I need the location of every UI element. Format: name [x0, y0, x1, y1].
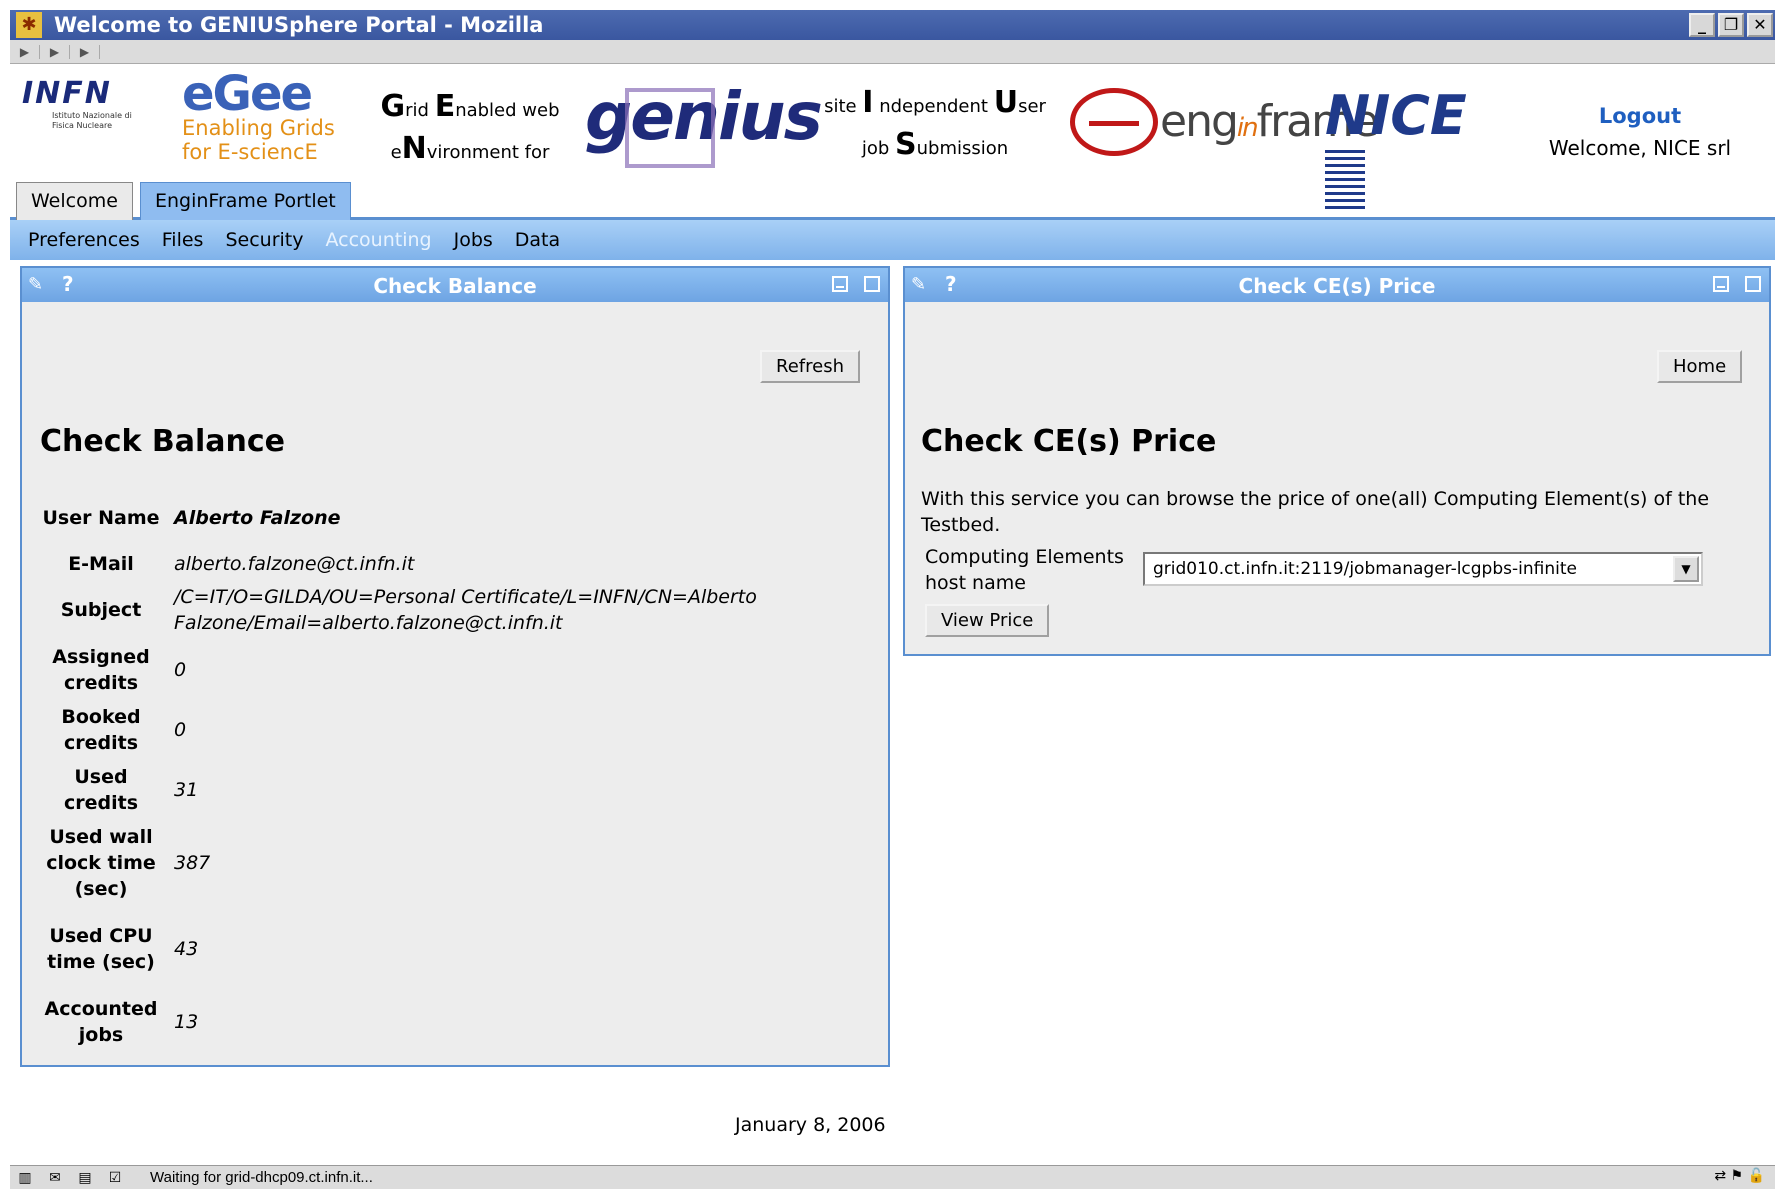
close-window-button[interactable]: ✕: [1747, 13, 1773, 37]
connection-status-icon: ⇄ ⚑ 🔓: [1714, 1168, 1765, 1184]
maximize-portlet-icon[interactable]: [1745, 276, 1761, 292]
infn-logo: INFN Istituto Nazionale di Fisica Nuclea…: [22, 76, 132, 130]
table-row: Assigned credits 0: [52, 646, 187, 694]
mail-icon[interactable]: ✉: [40, 1170, 70, 1186]
browser-statusbar: ▥ ✉ ▤ ☑ Waiting for grid-dhcp09.ct.infn.…: [10, 1165, 1775, 1189]
subnav-files[interactable]: Files: [162, 229, 204, 251]
minimize-portlet-icon[interactable]: [1713, 276, 1729, 292]
ce-host-label: Computing Elements host name: [925, 546, 1124, 594]
balance-table: User Name Alberto Falzone E-Mail alberto…: [36, 488, 846, 1052]
navigator-icon[interactable]: ▥: [10, 1170, 40, 1186]
tab-welcome[interactable]: Welcome: [16, 182, 133, 220]
window-controls: _ ❐ ✕: [1689, 13, 1773, 37]
site-independent-tagline: site I ndependent User job Submission: [824, 85, 1046, 162]
ce-host-select[interactable]: grid010.ct.infn.it:2119/jobmanager-lcgpb…: [1143, 552, 1703, 586]
portal-tabs: Welcome EnginFrame Portlet: [10, 178, 1775, 220]
genius-logo: genius: [585, 84, 823, 168]
check-ce-price-portlet: ✎ ? Check CE(s) Price Home Check CE(s) P…: [903, 266, 1771, 656]
view-price-button[interactable]: View Price: [925, 604, 1050, 637]
footer-date: January 8, 2006: [735, 1114, 886, 1136]
logout-link[interactable]: Logout: [1530, 104, 1750, 128]
composer-icon[interactable]: ▤: [70, 1170, 100, 1186]
subnav-data[interactable]: Data: [515, 229, 560, 251]
table-row: Used wall clock time (sec) 387: [46, 826, 211, 900]
page-title: Check CE(s) Price: [921, 424, 1217, 459]
check-balance-portlet: ✎ ? Check Balance Refresh Check Balance …: [20, 266, 890, 1067]
table-row: Used credits 31: [63, 766, 199, 814]
portlet-title: Check CE(s) Price: [1238, 274, 1436, 298]
egee-logo: eGee Enabling Grids for E-sciencE: [182, 66, 335, 164]
chevron-down-icon[interactable]: ▼: [1673, 556, 1699, 582]
service-description: With this service you can browse the pri…: [921, 488, 1710, 536]
toolbar-grip-icon[interactable]: ▶: [70, 44, 100, 59]
sub-navigation: Preferences Files Security Accounting Jo…: [10, 220, 1775, 260]
subnav-jobs[interactable]: Jobs: [454, 229, 493, 251]
table-row: Used CPU time (sec) 43: [47, 925, 199, 973]
home-button[interactable]: Home: [1657, 350, 1743, 383]
page-title: Check Balance: [40, 424, 286, 459]
window-title: Welcome to GENIUSphere Portal - Mozilla: [54, 13, 544, 37]
status-text: Waiting for grid-dhcp09.ct.infn.it...: [150, 1169, 373, 1186]
toolbar-grip-icon[interactable]: ▶: [10, 44, 40, 59]
portal-header: INFN Istituto Nazionale di Fisica Nuclea…: [10, 64, 1775, 210]
minimize-portlet-icon[interactable]: [832, 276, 848, 292]
table-row: Booked credits 0: [61, 706, 187, 754]
enginframe-logo: enginframe: [1060, 80, 1379, 160]
grid-enabled-tagline: Grid Enabled web eNvironment for: [380, 89, 560, 166]
tab-enginframe-portlet[interactable]: EnginFrame Portlet: [140, 182, 351, 220]
subnav-security[interactable]: Security: [225, 229, 303, 251]
toolbar-grip-icon[interactable]: ▶: [40, 44, 70, 59]
window-titlebar: ✱ Welcome to GENIUSphere Portal - Mozill…: [10, 10, 1775, 40]
portlet-header: ✎ ? Check Balance: [22, 268, 888, 302]
table-row: E-Mail alberto.falzone@ct.infn.it: [68, 553, 415, 575]
table-row: User Name Alberto Falzone: [42, 507, 341, 529]
subnav-preferences[interactable]: Preferences: [28, 229, 140, 251]
welcome-text: Welcome, NICE srl: [1548, 136, 1732, 160]
table-row: Subject /C=IT/O=GILDA/OU=Personal Certif…: [60, 586, 757, 634]
addressbook-icon[interactable]: ☑: [100, 1170, 130, 1186]
restore-window-button[interactable]: ❐: [1718, 13, 1744, 37]
table-row: Accounted jobs 13: [44, 998, 199, 1046]
mozilla-app-icon: ✱: [16, 12, 42, 38]
minimize-window-button[interactable]: _: [1689, 13, 1715, 37]
user-area: Logout Welcome, NICE srl: [1530, 104, 1750, 160]
maximize-portlet-icon[interactable]: [864, 276, 880, 292]
subnav-accounting[interactable]: Accounting: [325, 229, 431, 251]
portlet-title: Check Balance: [373, 274, 537, 298]
collapsed-toolbars: ▶ ▶ ▶: [10, 40, 1775, 64]
refresh-button[interactable]: Refresh: [760, 350, 860, 383]
portlet-header: ✎ ? Check CE(s) Price: [905, 268, 1769, 302]
